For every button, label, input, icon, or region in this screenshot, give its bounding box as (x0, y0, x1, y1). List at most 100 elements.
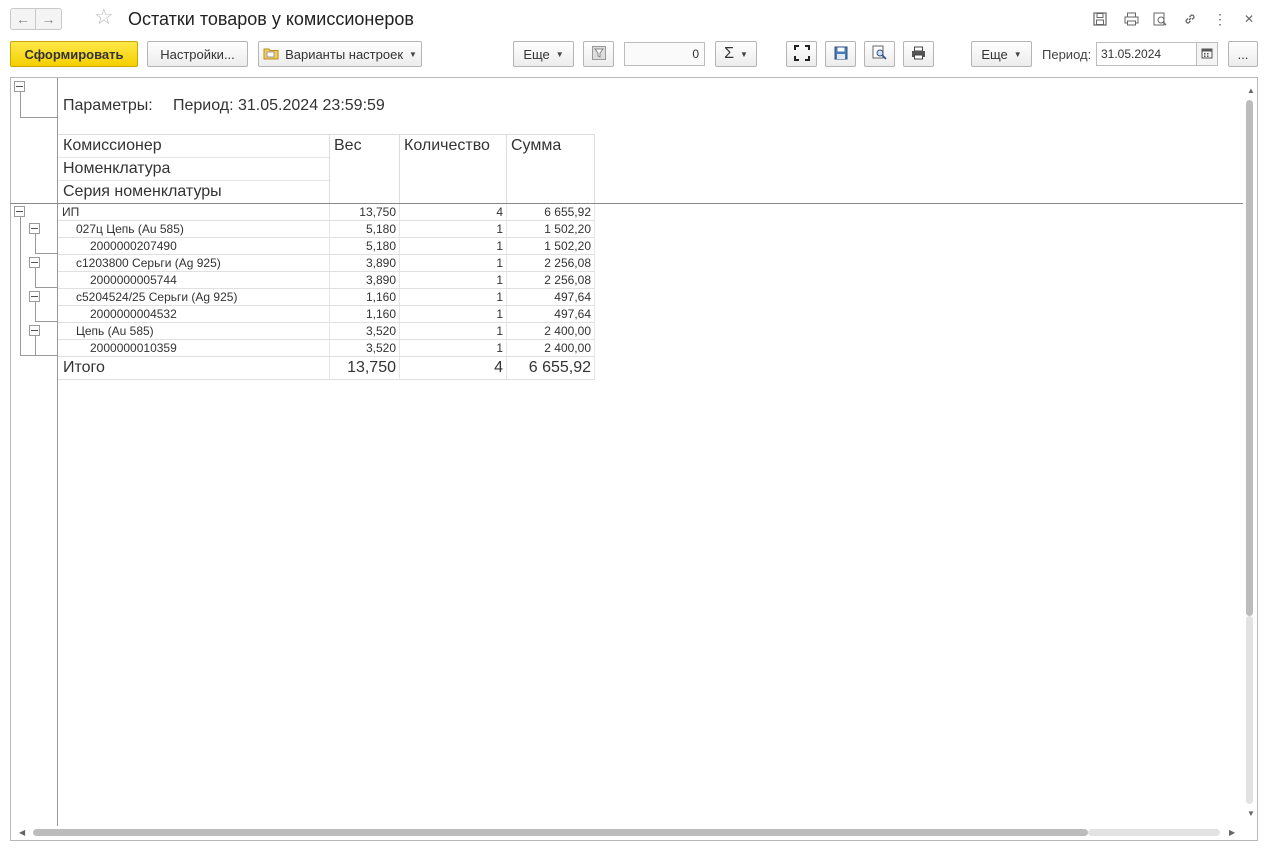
row-name: Цепь (Au 585) (76, 324, 154, 338)
close-icon[interactable]: ✕ (1240, 10, 1258, 28)
row-weight: 13,750 (359, 205, 396, 219)
chevron-down-icon: ▼ (1013, 49, 1022, 59)
header-nomenclature: Номенклатура (63, 160, 171, 177)
filter-icon (591, 45, 607, 64)
header-sum: Сумма (511, 137, 562, 154)
params-value: Период: 31.05.2024 23:59:59 (173, 97, 385, 114)
forward-button[interactable]: → (36, 8, 62, 30)
filter-button[interactable] (583, 41, 614, 67)
row-name: с1203800 Серьги (Ag 925) (76, 256, 221, 270)
vertical-scrollbar-thumb[interactable] (1246, 100, 1253, 616)
row-qty: 1 (496, 324, 503, 338)
preview-icon[interactable] (1151, 10, 1169, 28)
row-qty: 1 (496, 239, 503, 253)
scroll-up-icon[interactable]: ▲ (1247, 86, 1255, 95)
sigma-icon: Σ (724, 45, 734, 62)
collapse-row-icon[interactable] (14, 206, 25, 217)
tree-line (35, 287, 58, 288)
link-icon[interactable] (1181, 10, 1199, 28)
row-name: 2000000004532 (90, 307, 177, 321)
expand-icon (793, 44, 810, 64)
chevron-down-icon: ▼ (409, 49, 417, 59)
total-qty: 4 (494, 359, 503, 376)
row-qty: 1 (496, 222, 503, 236)
preview-icon (872, 45, 887, 63)
tree-line (20, 217, 21, 355)
chevron-down-icon: ▼ (555, 49, 564, 59)
period-input[interactable]: 31.05.2024 (1096, 42, 1197, 66)
row-qty: 1 (496, 256, 503, 270)
more-vertical-icon[interactable]: ⋮ (1211, 10, 1229, 28)
row-weight: 3,520 (365, 341, 396, 355)
row-line (58, 379, 595, 380)
collapse-row-icon[interactable] (29, 291, 40, 302)
row-qty: 1 (496, 290, 503, 304)
row-name: 027ц Цепь (Au 585) (76, 222, 184, 236)
header-sep (399, 134, 400, 204)
floppy-icon (834, 46, 848, 63)
folder-icon (263, 46, 279, 63)
row-name: 2000000207490 (90, 239, 177, 253)
row-weight: 3,890 (365, 256, 396, 270)
params-label: Параметры: (63, 97, 153, 114)
row-name: 2000000010359 (90, 341, 177, 355)
back-button[interactable]: ← (10, 8, 36, 30)
variants-label: Варианты настроек (285, 46, 404, 62)
save-report-button[interactable] (825, 41, 856, 67)
vertical-scrollbar-track[interactable] (1246, 616, 1253, 804)
settings-button[interactable]: Настройки... (147, 41, 248, 67)
print-icon[interactable] (1122, 10, 1140, 28)
row-sum: 2 256,08 (544, 273, 591, 287)
collapse-row-icon[interactable] (29, 257, 40, 268)
row-sum: 497,64 (554, 307, 591, 321)
collapse-params-icon[interactable] (14, 81, 25, 92)
row-sum: 497,64 (554, 290, 591, 304)
print-preview-button[interactable] (864, 41, 895, 67)
tree-line (35, 336, 36, 355)
collapse-row-icon[interactable] (29, 223, 40, 234)
ellipsis-button[interactable]: ... (1228, 41, 1258, 67)
scroll-left-icon[interactable]: ◀ (19, 828, 25, 837)
row-qty: 1 (496, 273, 503, 287)
header-weight: Вес (334, 137, 362, 154)
scroll-right-icon[interactable]: ▶ (1229, 828, 1235, 837)
more-label: Еще (981, 46, 1008, 62)
header-commissioner: Комиссионер (63, 137, 162, 154)
sum-button[interactable]: Σ ▼ (715, 41, 757, 67)
generate-button[interactable]: Сформировать (10, 41, 138, 67)
tree-column (10, 78, 58, 826)
row-weight: 5,180 (365, 222, 396, 236)
row-sum: 1 502,20 (544, 239, 591, 253)
fullscreen-button[interactable] (786, 41, 817, 67)
row-weight: 5,180 (365, 239, 396, 253)
tree-line (20, 92, 21, 117)
horizontal-scrollbar-track[interactable] (1088, 829, 1220, 836)
row-sum: 2 400,00 (544, 324, 591, 338)
printer-icon (911, 46, 926, 63)
calendar-button[interactable] (1196, 42, 1218, 66)
total-sum: 6 655,92 (528, 359, 591, 376)
counter-field[interactable]: 0 (624, 42, 705, 66)
total-label: Итого (63, 359, 105, 376)
scroll-down-icon[interactable]: ▼ (1247, 809, 1255, 818)
collapse-row-icon[interactable] (29, 325, 40, 336)
more-button[interactable]: Еще ▼ (513, 41, 574, 67)
save-icon[interactable] (1091, 10, 1109, 28)
header-sep (329, 134, 330, 204)
total-weight: 13,750 (347, 359, 396, 376)
tree-line (35, 253, 58, 254)
row-line (58, 356, 595, 357)
horizontal-scrollbar-thumb[interactable] (33, 829, 1088, 836)
arrow-right-icon: → (41, 11, 56, 27)
header-top-line (58, 134, 595, 135)
favorite-star-icon[interactable]: ☆ (94, 4, 114, 30)
header-bottom-line (10, 203, 1243, 204)
header-line (58, 157, 329, 158)
row-sum: 1 502,20 (544, 222, 591, 236)
print-button[interactable] (903, 41, 934, 67)
more-button-2[interactable]: Еще ▼ (971, 41, 1032, 67)
header-qty: Количество (404, 137, 490, 154)
row-qty: 1 (496, 341, 503, 355)
variants-button[interactable]: Варианты настроек ▼ (258, 41, 422, 67)
row-weight: 1,160 (365, 307, 396, 321)
